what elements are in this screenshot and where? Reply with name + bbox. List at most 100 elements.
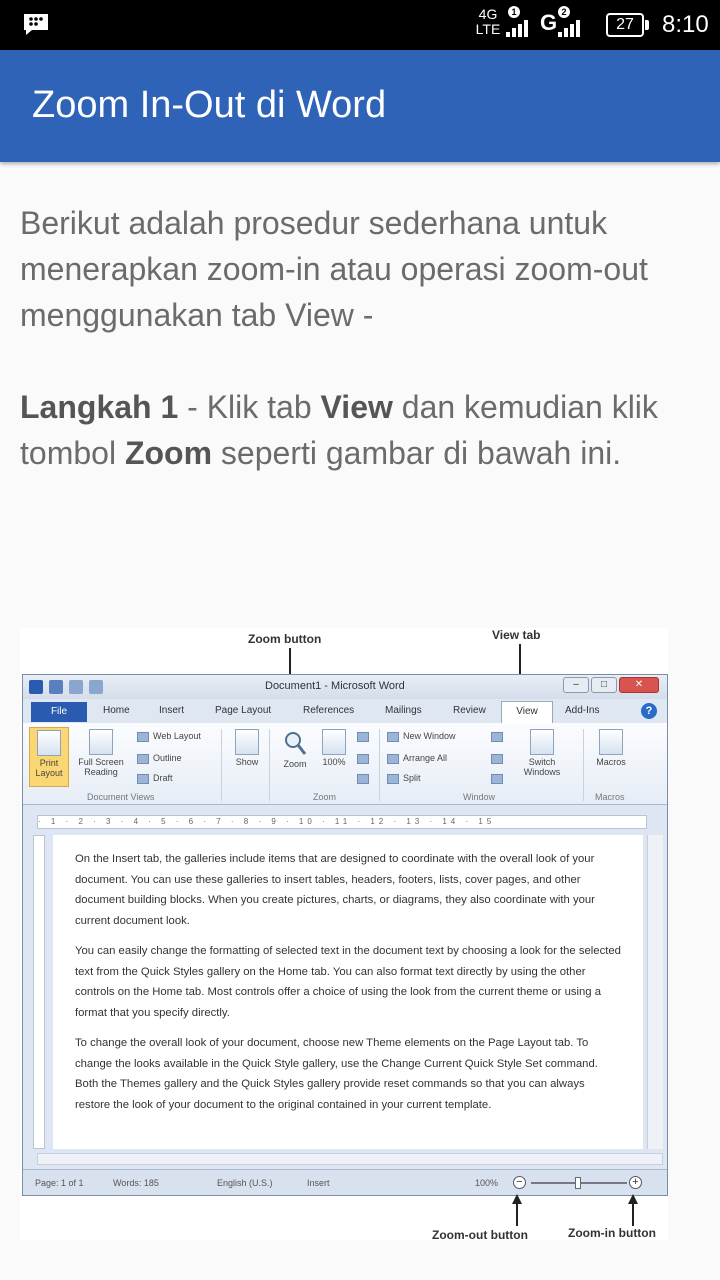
zoom-100-label: 100%	[322, 757, 346, 767]
ribbon-tabs: File Home Insert Page Layout References …	[23, 699, 667, 723]
zoom-out-button[interactable]: −	[513, 1176, 526, 1189]
tab-review[interactable]: Review	[453, 705, 486, 716]
arrow-zoom-out	[516, 1202, 518, 1226]
callout-view-tab: View tab	[492, 628, 541, 642]
macros-label: Macros	[596, 757, 626, 767]
full-screen-reading-button[interactable]: Full Screen Reading	[73, 729, 129, 777]
step-text: - Klik tab	[178, 389, 321, 425]
web-layout-button[interactable]: Web Layout	[137, 731, 201, 742]
print-layout-label: Print Layout	[35, 758, 63, 778]
step-label: Langkah 1	[20, 389, 179, 425]
tab-references[interactable]: References	[303, 705, 354, 716]
word-window-title: Document1 - Microsoft Word	[265, 680, 405, 692]
tab-page-layout[interactable]: Page Layout	[215, 705, 271, 716]
page-width-button[interactable]	[357, 773, 373, 784]
outline-label: Outline	[153, 753, 182, 763]
tab-view[interactable]: View	[501, 701, 553, 723]
group-separator	[221, 729, 222, 801]
group-separator	[583, 729, 584, 801]
page-count: Page: 1 of 1	[35, 1178, 84, 1188]
vertical-scrollbar[interactable]	[647, 835, 663, 1149]
document-paragraph: On the Insert tab, the galleries include…	[75, 853, 595, 927]
step-paragraph: Langkah 1 - Klik tab View dan kemudian k…	[20, 384, 700, 476]
bbm-notification-icon	[24, 14, 48, 35]
close-button[interactable]: ✕	[619, 677, 659, 693]
battery-icon: 27	[606, 13, 644, 37]
zoom-slider-thumb[interactable]	[575, 1177, 581, 1189]
redo-icon[interactable]	[89, 680, 103, 694]
word-status-bar: Page: 1 of 1 Words: 185 English (U.S.) I…	[23, 1169, 667, 1195]
tab-file[interactable]: File	[31, 702, 87, 722]
macros-button[interactable]: Macros	[591, 729, 631, 767]
sync-scrolling-button[interactable]	[491, 753, 507, 764]
split-button[interactable]: Split	[387, 773, 421, 784]
arrange-all-button[interactable]: Arrange All	[387, 753, 447, 764]
switch-windows-button[interactable]: Switch Windows	[517, 729, 567, 777]
group-document-views: Document Views	[87, 792, 155, 802]
help-icon[interactable]: ?	[641, 703, 657, 719]
macros-icon	[599, 729, 623, 755]
arrange-all-label: Arrange All	[403, 753, 448, 763]
tab-add-ins[interactable]: Add-Ins	[565, 705, 599, 716]
language-status: English (U.S.)	[217, 1178, 273, 1188]
app-bar: Zoom In-Out di Word	[0, 50, 720, 162]
horizontal-scrollbar[interactable]	[37, 1153, 663, 1165]
signal-sim1-icon	[506, 20, 528, 37]
vertical-ruler	[33, 835, 45, 1149]
zoom-level: 100%	[475, 1178, 499, 1188]
clock: 8:10	[662, 11, 709, 38]
group-separator	[269, 729, 270, 801]
tab-mailings[interactable]: Mailings	[385, 705, 422, 716]
page-title: Zoom In-Out di Word	[32, 84, 387, 126]
step-bold-zoom: Zoom	[124, 435, 213, 471]
zoom-in-button[interactable]: +	[629, 1176, 642, 1189]
show-label: Show	[235, 757, 259, 767]
tab-insert[interactable]: Insert	[159, 705, 184, 716]
group-separator	[379, 729, 380, 801]
two-pages-button[interactable]	[357, 753, 373, 764]
intro-paragraph: Berikut adalah prosedur sederhana untuk …	[20, 205, 648, 333]
callout-zoom-out-button: Zoom-out button	[432, 1228, 528, 1242]
article-content: Berikut adalah prosedur sederhana untuk …	[20, 200, 700, 476]
word-count: Words: 185	[113, 1178, 159, 1188]
zoom-button[interactable]: Zoom	[277, 729, 313, 769]
magnifier-icon	[285, 732, 307, 755]
insert-mode: Insert	[307, 1178, 330, 1188]
draft-label: Draft	[153, 773, 173, 783]
minimize-button[interactable]: –	[563, 677, 589, 693]
view-side-by-side-button[interactable]	[491, 731, 507, 742]
arrow-zoom-in	[632, 1202, 634, 1226]
one-page-button[interactable]	[357, 731, 373, 742]
network-type-label: 4G LTE	[475, 6, 501, 37]
tab-home[interactable]: Home	[103, 705, 130, 716]
sim2-network-label: G	[540, 10, 558, 35]
draft-button[interactable]: Draft	[137, 773, 173, 784]
battery-tip	[645, 20, 649, 30]
switch-windows-icon	[530, 729, 554, 755]
word-app-icon	[29, 680, 43, 694]
group-macros: Macros	[595, 792, 625, 802]
web-layout-label: Web Layout	[153, 731, 201, 741]
print-layout-button[interactable]: Print Layout	[29, 727, 69, 787]
word-window: Document1 - Microsoft Word – □ ✕ File Ho…	[22, 674, 668, 1196]
new-window-button[interactable]: New Window	[387, 731, 456, 742]
new-window-label: New Window	[403, 731, 456, 741]
save-icon[interactable]	[49, 680, 63, 694]
reset-window-button[interactable]	[491, 773, 507, 784]
maximize-button[interactable]: □	[591, 677, 617, 693]
zoom-100-button[interactable]: 100%	[319, 729, 349, 767]
split-label: Split	[403, 773, 421, 783]
status-bar: 4G LTE 1 G 2 27 8:10	[0, 0, 720, 50]
outline-button[interactable]: Outline	[137, 753, 182, 764]
word-screenshot-figure: Zoom button View tab Document1 - Microso…	[20, 628, 668, 1242]
group-zoom: Zoom	[313, 792, 337, 802]
callout-zoom-in-button: Zoom-in button	[568, 1226, 656, 1240]
show-button[interactable]: Show	[229, 729, 265, 767]
step-text: seperti gambar di bawah ini.	[212, 435, 622, 471]
sim1-badge: 1	[508, 6, 520, 18]
print-layout-icon	[37, 730, 61, 756]
undo-icon[interactable]	[69, 680, 83, 694]
zoom-100-icon	[322, 729, 346, 755]
document-page[interactable]: On the Insert tab, the galleries include…	[53, 835, 643, 1149]
callout-zoom-button: Zoom button	[248, 632, 322, 646]
